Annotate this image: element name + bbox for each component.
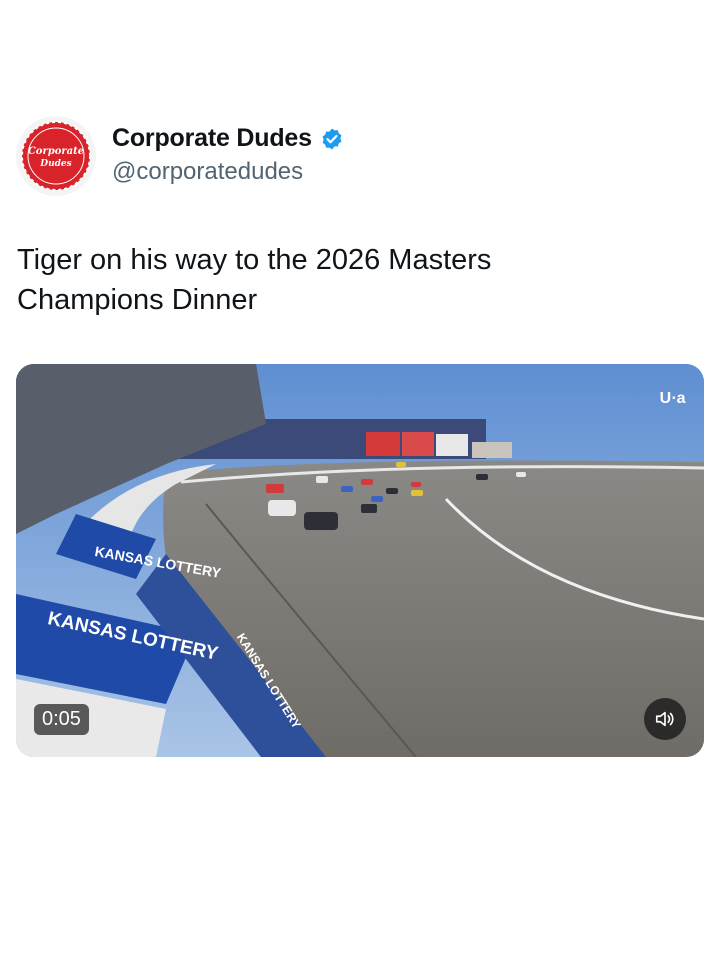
speaker-icon <box>655 711 674 727</box>
network-logo: U∙a <box>659 390 686 407</box>
svg-text:Dudes: Dudes <box>39 159 71 169</box>
svg-text:Corporate: Corporate <box>28 146 84 157</box>
avatar[interactable]: Corporate Dudes <box>16 116 96 196</box>
corporate-dudes-logo: Corporate Dudes <box>21 121 91 191</box>
volume-button[interactable] <box>644 698 686 740</box>
author-name-row[interactable]: Corporate Dudes <box>112 124 344 153</box>
verified-badge-icon <box>322 128 342 149</box>
tweet-text: Tiger on his way to the 2026 Masters Cha… <box>17 244 492 316</box>
video-duration: 0:05 <box>34 704 89 735</box>
author-name[interactable]: Corporate Dudes <box>112 124 312 153</box>
tweet-card: Corporate Dudes Corporate Dudes @corpora… <box>0 0 720 956</box>
author-handle[interactable]: @corporatedudes <box>112 158 303 186</box>
video-player[interactable]: KANSAS LOTTERY KANSAS LOTTERY KANSAS LOT… <box>16 364 704 757</box>
